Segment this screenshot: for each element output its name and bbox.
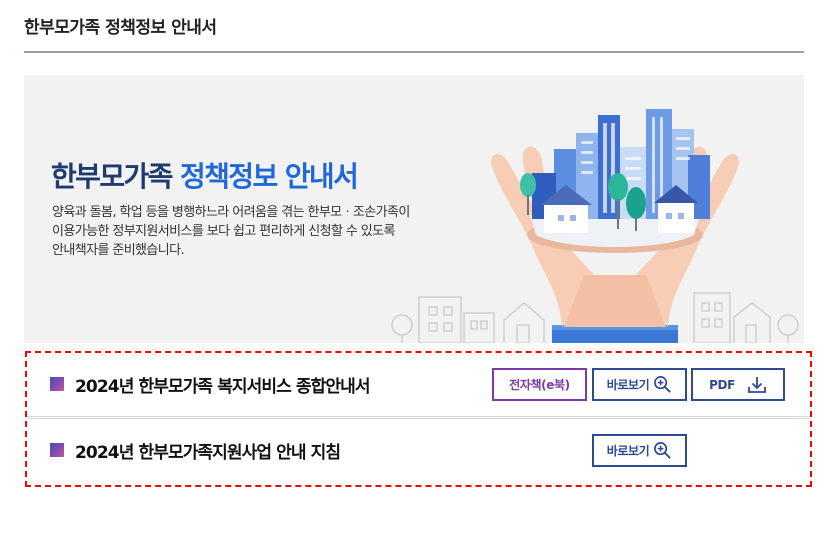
zoom-in-icon <box>654 376 672 393</box>
square-bullet-icon <box>50 377 64 391</box>
pdf-download-button[interactable]: PDF <box>691 368 785 401</box>
ebook-button[interactable]: 전자책(e북) <box>492 368 587 401</box>
banner-heading-part1: 한부모가족 <box>51 160 173 193</box>
hero-banner: 한부모가족 정책정보 안내서 양육과 돌봄, 학업 등을 병행하느라 어려움을 … <box>24 75 804 343</box>
banner-heading: 한부모가족 정책정보 안내서 <box>51 155 359 195</box>
document-list: 2024년 한부모가족 복지서비스 종합안내서 전자책(e북) 바로보기 PDF <box>25 351 812 487</box>
view-button-label: 바로보기 <box>606 444 650 458</box>
document-title: 2024년 한부모가족 복지서비스 종합안내서 <box>75 377 371 397</box>
document-row: 2024년 한부모가족 복지서비스 종합안내서 전자책(e북) 바로보기 PDF <box>27 353 810 417</box>
page-title: 한부모가족 정책정보 안내서 <box>24 18 217 38</box>
view-button-label: 바로보기 <box>606 378 650 392</box>
title-divider <box>24 51 804 53</box>
download-icon <box>747 376 766 393</box>
zoom-in-icon <box>654 442 672 459</box>
view-button[interactable]: 바로보기 <box>592 434 687 467</box>
pdf-button-label: PDF <box>709 377 735 392</box>
banner-heading-part2: 정책정보 안내서 <box>179 160 359 193</box>
ebook-button-label: 전자책(e북) <box>509 378 570 392</box>
document-title: 2024년 한부모가족지원사업 안내 지침 <box>75 443 341 463</box>
view-button[interactable]: 바로보기 <box>592 368 687 401</box>
hands-holding-city-illustration <box>391 109 799 343</box>
document-row: 2024년 한부모가족지원사업 안내 지침 바로보기 <box>27 419 810 483</box>
square-bullet-icon <box>50 443 64 457</box>
